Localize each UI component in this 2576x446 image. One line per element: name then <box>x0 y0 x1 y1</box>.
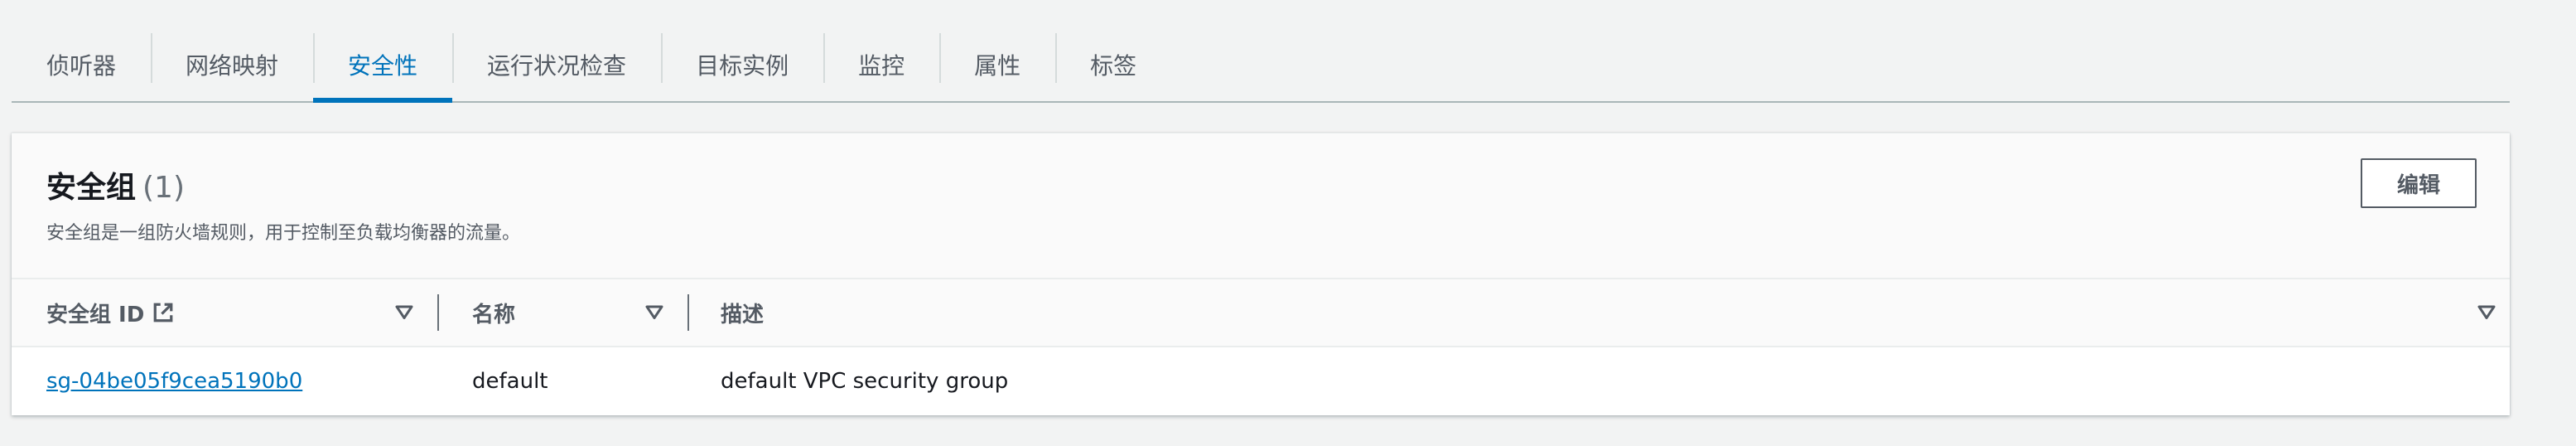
table-row: sg-04be05f9cea5190b0 default default VPC… <box>12 347 2510 415</box>
tab-network-mapping[interactable]: 网络映射 <box>151 28 313 101</box>
tab-label: 目标实例 <box>696 52 789 80</box>
column-header-security-group-id[interactable]: 安全组 ID <box>46 279 174 346</box>
detail-tabs: 侦听器 网络映射 安全性 运行状况检查 目标实例 监控 属性 标签 <box>12 28 2510 103</box>
external-link-icon <box>153 303 173 322</box>
security-groups-panel: 安全组 (1) 安全组是一组防火墙规则，用于控制至负载均衡器的流量。 编辑 安全组… <box>12 133 2510 415</box>
security-tab-page: 侦听器 网络映射 安全性 运行状况检查 目标实例 监控 属性 标签 安全组 (1)… <box>0 0 2576 446</box>
tab-target-instances[interactable]: 目标实例 <box>661 28 823 101</box>
name-cell: default <box>472 369 548 394</box>
column-resizer[interactable] <box>437 294 439 331</box>
column-header-description[interactable]: 描述 <box>721 279 764 346</box>
panel-header: 安全组 (1) 安全组是一组防火墙规则，用于控制至负载均衡器的流量。 编辑 <box>12 133 2510 279</box>
panel-count: (1) <box>142 171 186 205</box>
tab-monitoring[interactable]: 监控 <box>823 28 939 101</box>
tab-listeners[interactable]: 侦听器 <box>12 28 151 101</box>
tab-label: 监控 <box>858 52 905 80</box>
security-group-id-link[interactable]: sg-04be05f9cea5190b0 <box>46 369 302 394</box>
panel-title-text: 安全组 <box>46 171 137 205</box>
column-resizer[interactable] <box>687 294 689 331</box>
tab-tags[interactable]: 标签 <box>1055 28 1171 101</box>
sort-down-icon[interactable] <box>394 302 414 322</box>
table-header: 安全组 ID 名称 描述 <box>12 279 2510 347</box>
panel-title: 安全组 (1) <box>46 163 185 206</box>
panel-description: 安全组是一组防火墙规则，用于控制至负载均衡器的流量。 <box>46 223 521 244</box>
sort-down-icon[interactable] <box>644 302 664 322</box>
tab-label: 属性 <box>974 52 1021 80</box>
tab-attributes[interactable]: 属性 <box>939 28 1055 101</box>
edit-button[interactable]: 编辑 <box>2361 158 2477 208</box>
tab-label: 运行状况检查 <box>487 52 627 80</box>
tab-label: 侦听器 <box>46 52 117 80</box>
sort-down-icon[interactable] <box>2477 302 2496 322</box>
tab-label: 标签 <box>1090 52 1137 80</box>
tab-security[interactable]: 安全性 <box>313 28 453 103</box>
column-header-name[interactable]: 名称 <box>472 279 515 346</box>
tab-health-checks[interactable]: 运行状况检查 <box>452 28 661 101</box>
tab-label: 安全性 <box>348 52 418 80</box>
description-cell: default VPC security group <box>721 369 1009 394</box>
tab-label: 网络映射 <box>186 52 279 80</box>
security-group-id-cell: sg-04be05f9cea5190b0 <box>46 347 302 415</box>
column-header-label: 描述 <box>721 302 765 327</box>
column-header-label: 安全组 ID <box>46 302 145 327</box>
column-header-label: 名称 <box>472 302 516 327</box>
